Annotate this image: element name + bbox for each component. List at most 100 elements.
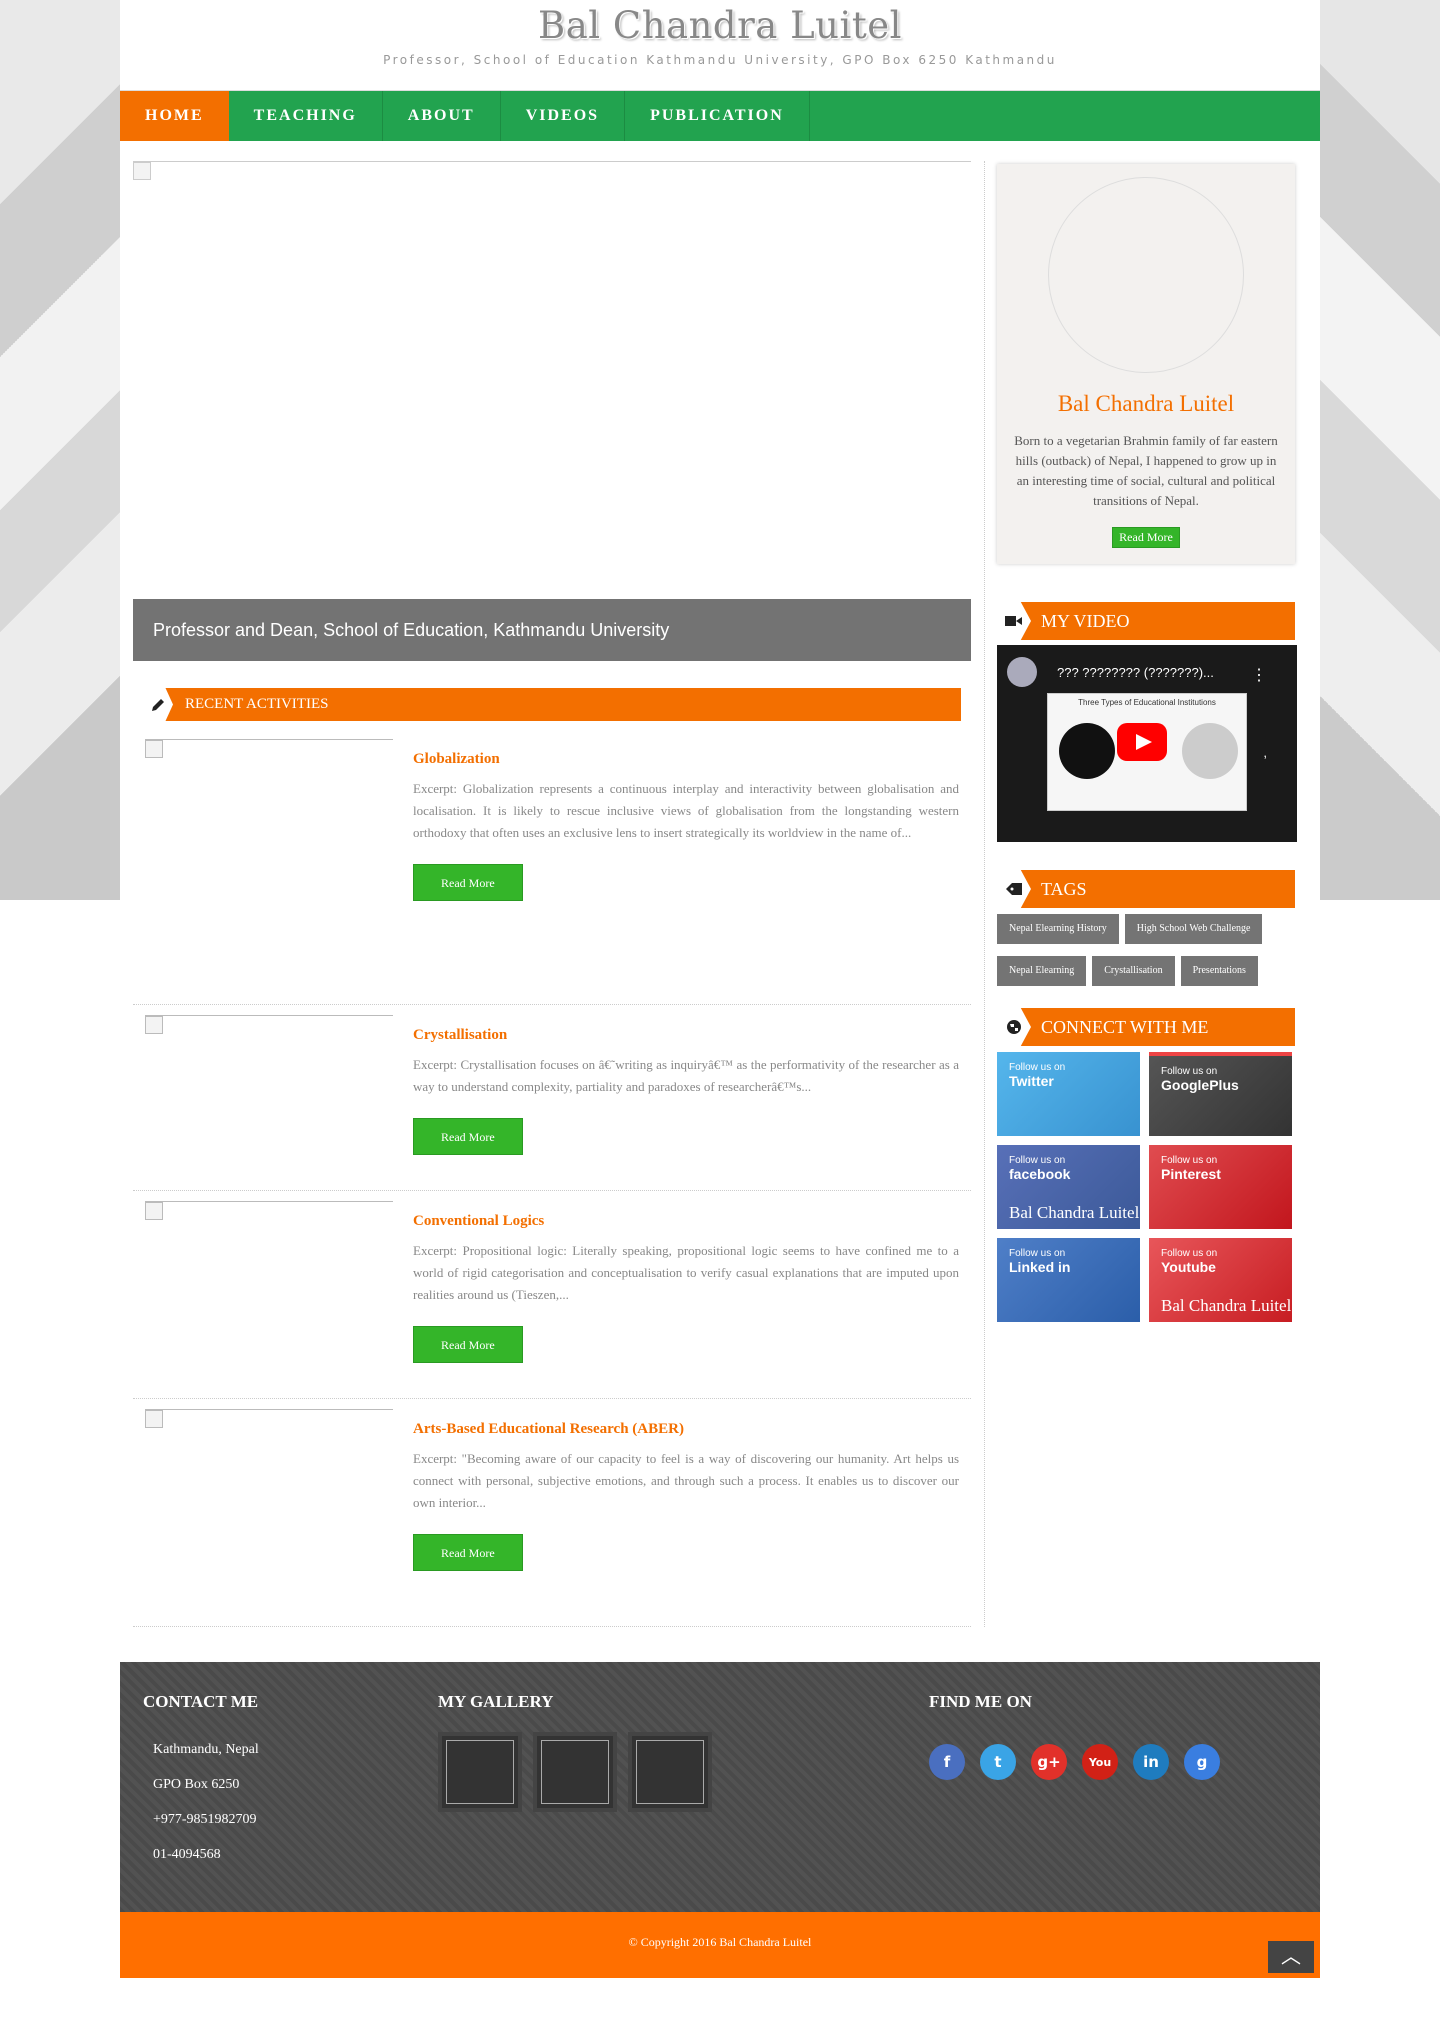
contact-line: 01-4094568 bbox=[153, 1847, 221, 1862]
follow-label: Follow us on bbox=[1161, 1155, 1218, 1166]
video-camera-icon bbox=[997, 602, 1031, 640]
site-title[interactable]: Bal Chandra Luitel bbox=[120, 0, 1320, 47]
my-video-title: MY VIDEO bbox=[1041, 610, 1130, 631]
contact-line: Kathmandu, Nepal bbox=[153, 1742, 259, 1757]
tag-item[interactable]: High School Web Challenge bbox=[1124, 914, 1263, 944]
read-more-button[interactable]: Read More bbox=[413, 1326, 523, 1363]
site-footer: CONTACT ME Kathmandu, Nepal GPO Box 6250… bbox=[120, 1662, 1320, 1912]
follow-label: Follow us on bbox=[1009, 1062, 1066, 1073]
nav-publication[interactable]: PUBLICATION bbox=[625, 91, 810, 141]
read-more-button[interactable]: Read More bbox=[413, 864, 523, 901]
content-column: Professor and Dean, School of Education,… bbox=[120, 161, 985, 1627]
post-title[interactable]: Conventional Logics bbox=[413, 1213, 959, 1230]
background-left bbox=[0, 0, 120, 900]
nav-teaching[interactable]: TEACHING bbox=[229, 91, 383, 141]
site-subtitle: Professor, School of Education Kathmandu… bbox=[383, 53, 1057, 67]
gallery-thumbnail[interactable] bbox=[533, 1732, 617, 1812]
profile-card: Bal Chandra Luitel Born to a vegetarian … bbox=[997, 164, 1295, 564]
contact-line: +977-9851982709 bbox=[153, 1812, 257, 1827]
find-me-title: FIND ME ON bbox=[929, 1692, 1032, 1711]
channel-avatar[interactable] bbox=[1007, 657, 1037, 687]
recent-activities-header: RECENT ACTIVITIES bbox=[143, 688, 961, 721]
twitter-icon[interactable]: t bbox=[980, 1744, 1016, 1780]
tag-item[interactable]: Crystallisation bbox=[1092, 956, 1175, 986]
main-nav: HOME TEACHING ABOUT VIDEOS PUBLICATION bbox=[120, 91, 1320, 141]
googleplus-icon[interactable]: g+ bbox=[1031, 1744, 1067, 1780]
main-area: Professor and Dean, School of Education,… bbox=[120, 141, 1320, 1627]
youtube-follow-card[interactable]: Follow us on Youtube Bal Chandra Luitel bbox=[1149, 1238, 1292, 1322]
video-title[interactable]: ??? ???????? (???????)... bbox=[1057, 665, 1214, 680]
nav-about[interactable]: ABOUT bbox=[383, 91, 501, 141]
page-wrapper: Bal Chandra Luitel Professor, School of … bbox=[120, 0, 1320, 1675]
tag-item[interactable]: Presentations bbox=[1180, 956, 1258, 986]
network-name: Twitter bbox=[1009, 1073, 1054, 1089]
post-item: Arts-Based Educational Research (ABER) E… bbox=[133, 1399, 971, 1627]
my-video-header: MY VIDEO bbox=[997, 602, 1295, 640]
google-icon[interactable]: g bbox=[1184, 1744, 1220, 1780]
more-options-icon[interactable]: ⋮ bbox=[1251, 665, 1267, 685]
facebook-icon[interactable]: f bbox=[929, 1744, 965, 1780]
post-title[interactable]: Globalization bbox=[413, 751, 959, 768]
slider-caption: Professor and Dean, School of Education,… bbox=[133, 599, 971, 661]
post-item: Conventional Logics Excerpt: Proposition… bbox=[133, 1191, 971, 1399]
avatar bbox=[1048, 177, 1244, 373]
pencil-icon bbox=[143, 688, 173, 721]
youtube-embed[interactable]: ??? ???????? (???????)... ⋮ Three Types … bbox=[997, 645, 1297, 842]
broken-image-icon bbox=[145, 740, 163, 758]
tag-item[interactable]: Nepal Elearning History bbox=[997, 914, 1119, 944]
gallery-thumbnail[interactable] bbox=[628, 1732, 712, 1812]
globe-icon bbox=[997, 1008, 1031, 1046]
post-thumbnail[interactable] bbox=[145, 1409, 393, 1428]
broken-image-icon bbox=[145, 1202, 163, 1220]
gallery-section: MY GALLERY bbox=[438, 1692, 723, 1812]
follow-label: Follow us on bbox=[1161, 1066, 1218, 1077]
linkedin-follow-card[interactable]: Follow us on Linked in bbox=[997, 1238, 1140, 1322]
pinterest-follow-card[interactable]: Follow us on Pinterest bbox=[1149, 1145, 1292, 1229]
thumbnail-circle bbox=[1182, 723, 1238, 779]
post-thumbnail[interactable] bbox=[145, 1015, 393, 1034]
read-more-button[interactable]: Read More bbox=[413, 1534, 523, 1571]
broken-image-icon bbox=[145, 1410, 163, 1428]
nav-home[interactable]: HOME bbox=[120, 91, 229, 141]
hero-slider[interactable]: Professor and Dean, School of Education,… bbox=[133, 161, 971, 661]
network-name: Linked in bbox=[1009, 1259, 1071, 1275]
site-header: Bal Chandra Luitel Professor, School of … bbox=[120, 0, 1320, 91]
post-thumbnail[interactable] bbox=[145, 1201, 393, 1220]
nav-videos[interactable]: VIDEOS bbox=[501, 91, 626, 141]
profile-bio: Born to a vegetarian Brahmin family of f… bbox=[1014, 433, 1278, 508]
profile-read-more-button[interactable]: Read More bbox=[1112, 527, 1180, 548]
youtube-icon[interactable]: You bbox=[1082, 1744, 1118, 1780]
contact-section: CONTACT ME Kathmandu, Nepal GPO Box 6250… bbox=[143, 1692, 259, 1872]
social-grid: Follow us on Twitter Follow us on Google… bbox=[997, 1052, 1295, 1322]
thumbnail-circle bbox=[1059, 723, 1115, 779]
post-title[interactable]: Crystallisation bbox=[413, 1027, 959, 1044]
facebook-follow-card[interactable]: Follow us on facebook Bal Chandra Luitel bbox=[997, 1145, 1140, 1229]
connect-title: CONNECT WITH ME bbox=[1041, 1016, 1209, 1037]
post-title[interactable]: Arts-Based Educational Research (ABER) bbox=[413, 1421, 959, 1438]
find-me-section: FIND ME ON f t g+ You in g bbox=[929, 1692, 1235, 1780]
contact-title: CONTACT ME bbox=[143, 1692, 259, 1711]
tag-icon bbox=[997, 870, 1031, 908]
tags-header: TAGS bbox=[997, 870, 1295, 908]
follow-label: Follow us on bbox=[1009, 1155, 1066, 1166]
network-name: GooglePlus bbox=[1161, 1077, 1239, 1093]
contact-line: GPO Box 6250 bbox=[153, 1777, 240, 1792]
post-excerpt: Excerpt: Globalization represents a cont… bbox=[413, 781, 959, 840]
scroll-to-top-icon[interactable]: ︿ bbox=[1268, 1941, 1314, 1973]
gallery-title: MY GALLERY bbox=[438, 1692, 554, 1711]
twitter-follow-card[interactable]: Follow us on Twitter bbox=[997, 1052, 1140, 1136]
read-more-button[interactable]: Read More bbox=[413, 1118, 523, 1155]
video-mark: , bbox=[1263, 745, 1267, 760]
follow-label: Follow us on bbox=[1161, 1248, 1218, 1259]
tag-item[interactable]: Nepal Elearning bbox=[997, 956, 1087, 986]
post-thumbnail[interactable] bbox=[145, 739, 393, 758]
sidebar: Bal Chandra Luitel Born to a vegetarian … bbox=[985, 161, 1297, 1627]
linkedin-icon[interactable]: in bbox=[1133, 1744, 1169, 1780]
play-button-icon[interactable] bbox=[1117, 723, 1167, 761]
video-slide-title: Three Types of Educational Institutions bbox=[1078, 698, 1216, 707]
googleplus-follow-card[interactable]: Follow us on GooglePlus bbox=[1149, 1052, 1292, 1136]
post-item: Globalization Excerpt: Globalization rep… bbox=[133, 729, 971, 1005]
gallery-thumbnail[interactable] bbox=[438, 1732, 522, 1812]
broken-image-icon bbox=[145, 1016, 163, 1034]
profile-name-label: Bal Chandra Luitel bbox=[1161, 1296, 1292, 1315]
